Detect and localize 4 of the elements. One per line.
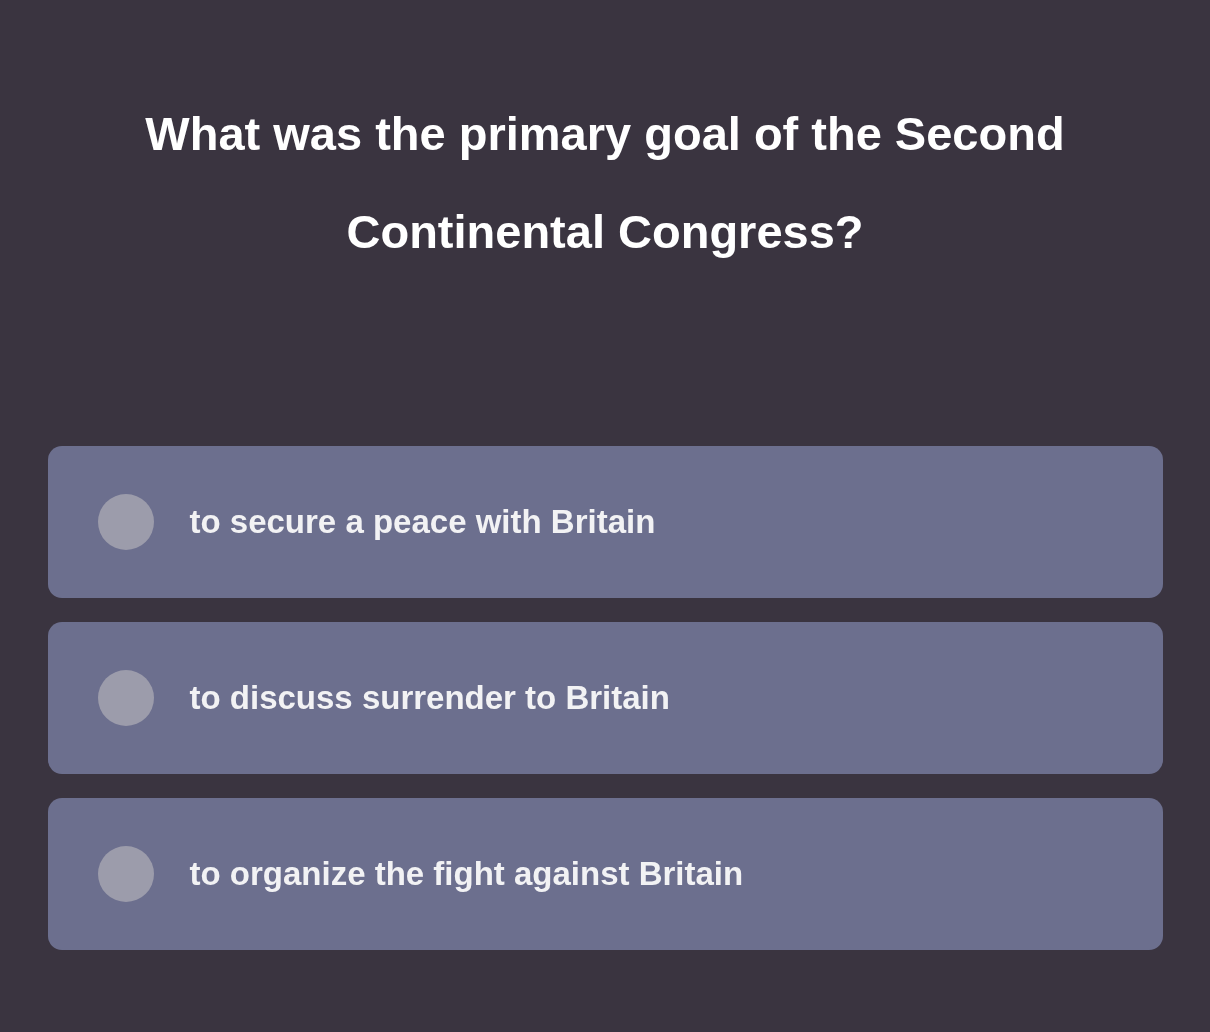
question-text: What was the primary goal of the Second Continental Congress?: [144, 106, 1066, 260]
answer-option[interactable]: to organize the fight against Britain: [47, 798, 1163, 950]
answer-option[interactable]: to secure a peace with Britain: [47, 446, 1163, 598]
answer-option[interactable]: to discuss surrender to Britain: [47, 622, 1163, 774]
